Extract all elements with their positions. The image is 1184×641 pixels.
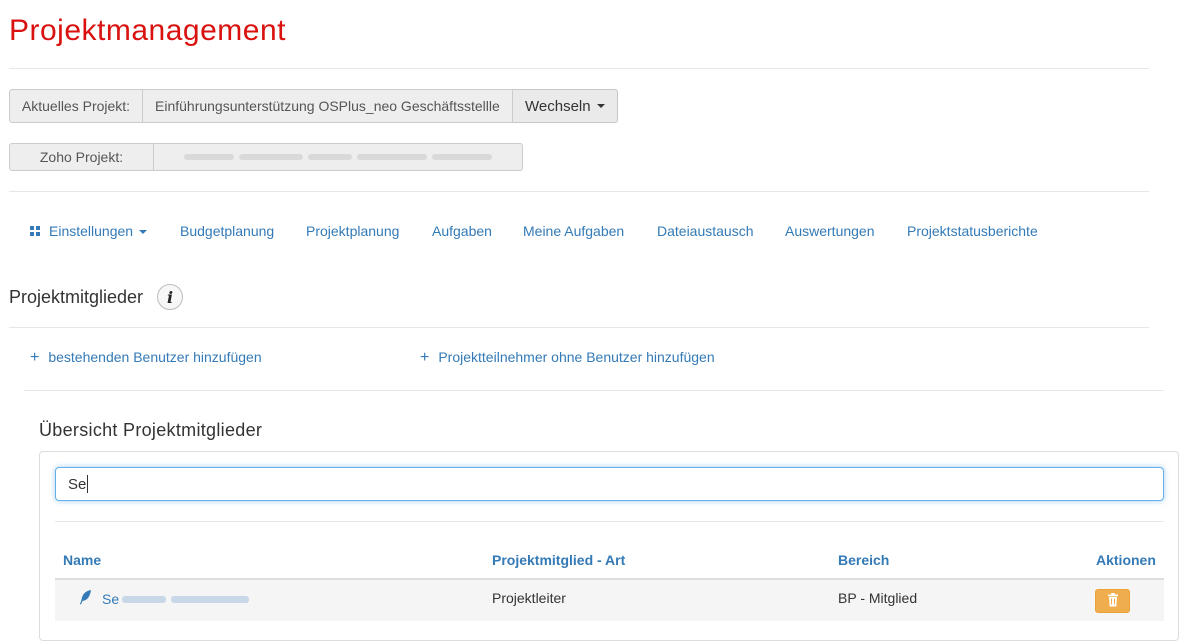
column-header-area[interactable]: Bereich [838, 552, 889, 568]
caret-down-icon [596, 104, 605, 108]
current-project-field: Einführungsunterstützung OSPlus_neo Gesc… [143, 89, 513, 123]
current-project-label: Aktuelles Projekt: [9, 89, 143, 123]
plus-icon: + [420, 349, 430, 366]
column-header-name[interactable]: Name [63, 552, 101, 568]
delete-member-button[interactable] [1095, 589, 1130, 613]
member-name-link[interactable]: Se [102, 591, 250, 607]
zoho-project-field [154, 143, 523, 171]
nav-budgetplanung[interactable]: Budgetplanung [180, 223, 274, 239]
plus-icon: + [30, 349, 40, 366]
redacted-text [184, 154, 492, 160]
feather-icon [79, 589, 93, 609]
member-area: BP - Mitglied [838, 590, 918, 606]
nav-auswertungen[interactable]: Auswertungen [785, 223, 875, 239]
nav-meine-aufgaben[interactable]: Meine Aufgaben [523, 223, 624, 239]
switch-project-button[interactable]: Wechseln [513, 89, 618, 123]
header-divider [9, 68, 1149, 69]
redacted-text [122, 595, 250, 603]
caret-down-icon [139, 230, 148, 235]
current-project-group: Aktuelles Projekt: Einführungsunterstütz… [9, 89, 618, 123]
add-links-divider [24, 390, 1164, 391]
nav-dateiaustausch[interactable]: Dateiaustausch [657, 223, 754, 239]
info-icon[interactable]: i [157, 284, 183, 310]
section-divider [9, 191, 1149, 192]
panel-divider [55, 521, 1164, 522]
switch-project-label: Wechseln [525, 97, 591, 115]
nav-projektstatusberichte[interactable]: Projektstatusberichte [907, 223, 1038, 239]
nav-settings-label: Einstellungen [49, 223, 134, 239]
add-existing-user-label: bestehenden Benutzer hinzufügen [48, 349, 262, 365]
add-existing-user-link[interactable]: + bestehenden Benutzer hinzufügen [30, 349, 262, 367]
add-participant-label: Projektteilnehmer ohne Benutzer hinzufüg… [438, 349, 715, 365]
project-nav: Einstellungen Budgetplanung Projektplanu… [0, 214, 1184, 248]
add-participant-link[interactable]: + Projektteilnehmer ohne Benutzer hinzufü… [420, 349, 715, 367]
overview-title: Übersicht Projektmitglieder [39, 420, 263, 440]
members-title: Projektmitglieder [9, 287, 144, 307]
page-title: Projektmanagement [9, 14, 286, 47]
column-header-type[interactable]: Projektmitglied - Art [492, 552, 625, 568]
column-header-actions: Aktionen [1096, 552, 1156, 568]
grid-icon [30, 226, 40, 237]
member-name: Se [102, 591, 120, 607]
search-value: Se [68, 475, 87, 493]
text-cursor [87, 475, 89, 493]
nav-settings-dropdown[interactable]: Einstellungen [30, 223, 148, 239]
trash-icon [1107, 592, 1119, 610]
member-type: Projektleiter [492, 590, 566, 606]
nav-projektplanung[interactable]: Projektplanung [306, 223, 399, 239]
members-panel: Se Name Projektmitglied - Art Bereich Ak… [39, 451, 1179, 641]
zoho-project-group: Zoho Projekt: [9, 143, 523, 171]
members-divider [9, 327, 1149, 328]
member-search-input[interactable]: Se [55, 467, 1164, 501]
nav-aufgaben[interactable]: Aufgaben [432, 223, 492, 239]
zoho-project-label: Zoho Projekt: [9, 143, 154, 171]
